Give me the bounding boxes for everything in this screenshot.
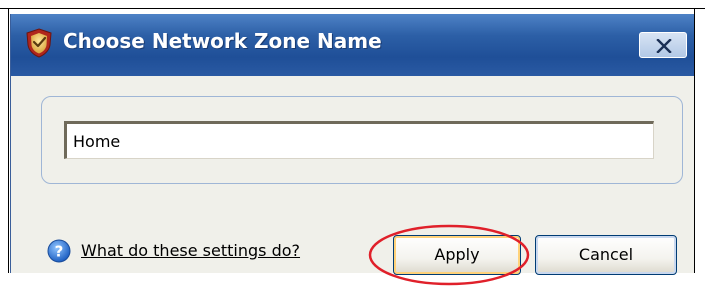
choose-network-zone-dialog: Choose Network Zone Name ? xyxy=(10,14,695,286)
svg-text:?: ? xyxy=(55,243,64,261)
apply-highlight-ellipse xyxy=(368,224,530,286)
dialog-title: Choose Network Zone Name xyxy=(63,29,382,53)
outer-border-right xyxy=(694,8,695,273)
outer-border-top xyxy=(0,0,705,9)
cancel-button[interactable]: Cancel xyxy=(535,235,677,275)
dialog-content: ? What do these settings do? Apply Cance… xyxy=(11,76,695,286)
screenshot-frame: Choose Network Zone Name ? xyxy=(0,0,705,286)
outer-border-left xyxy=(8,8,9,273)
help-settings-link[interactable]: What do these settings do? xyxy=(81,241,300,260)
close-button[interactable] xyxy=(639,32,687,58)
title-bar[interactable]: Choose Network Zone Name xyxy=(11,14,695,76)
shield-app-icon xyxy=(26,28,52,58)
close-x-icon xyxy=(656,39,672,53)
zone-name-input[interactable] xyxy=(64,121,654,159)
help-question-icon[interactable]: ? xyxy=(47,239,71,263)
zone-name-group-box xyxy=(41,96,683,184)
